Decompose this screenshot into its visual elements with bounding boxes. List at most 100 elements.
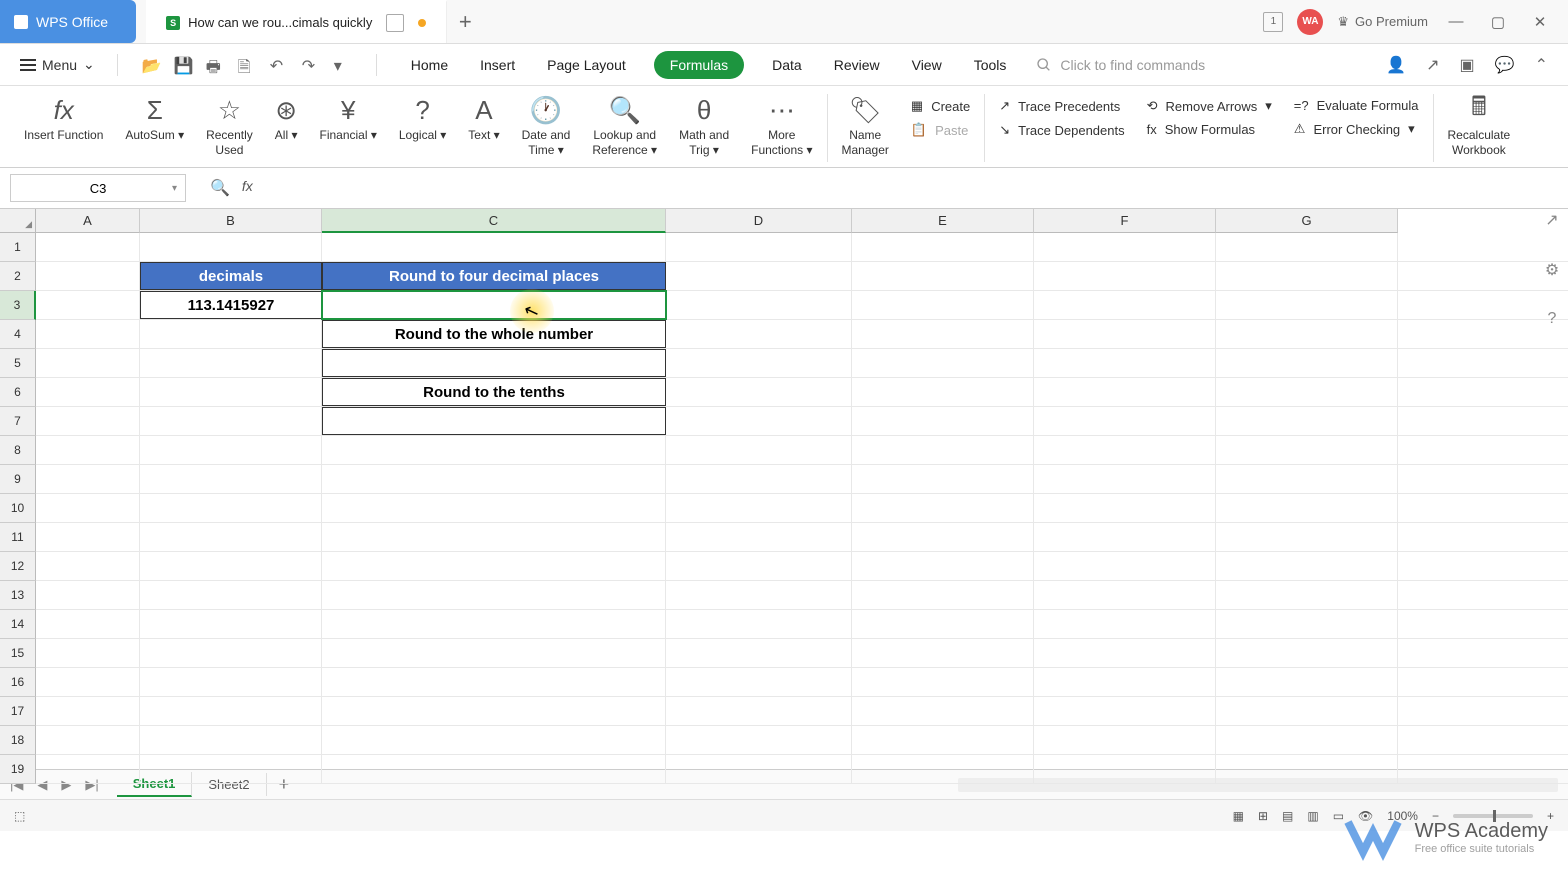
cell-G2[interactable] xyxy=(1216,262,1398,290)
cell-E5[interactable] xyxy=(852,349,1034,377)
cell-G8[interactable] xyxy=(1216,436,1398,464)
cell-D13[interactable] xyxy=(666,581,852,609)
command-search[interactable]: Click to find commands xyxy=(1036,57,1205,73)
cell-F14[interactable] xyxy=(1034,610,1216,638)
col-header-D[interactable]: D xyxy=(666,209,852,233)
row-header-15[interactable]: 15 xyxy=(0,639,36,668)
cell-A15[interactable] xyxy=(36,639,140,667)
view-page-icon[interactable]: ▥ xyxy=(1307,809,1318,823)
cell-D16[interactable] xyxy=(666,668,852,696)
cell-F16[interactable] xyxy=(1034,668,1216,696)
cell-F4[interactable] xyxy=(1034,320,1216,348)
cell-C19[interactable] xyxy=(322,755,666,783)
cell-B15[interactable] xyxy=(140,639,322,667)
cell-A5[interactable] xyxy=(36,349,140,377)
cell-A8[interactable] xyxy=(36,436,140,464)
tab-home[interactable]: Home xyxy=(407,51,452,79)
cell-B7[interactable] xyxy=(140,407,322,435)
formula-input[interactable] xyxy=(277,174,1558,202)
cell-E4[interactable] xyxy=(852,320,1034,348)
cell-B4[interactable] xyxy=(140,320,322,348)
side-help-icon[interactable]: ? xyxy=(1548,310,1557,328)
cell-G1[interactable] xyxy=(1216,233,1398,261)
cell-E15[interactable] xyxy=(852,639,1034,667)
col-header-A[interactable]: A xyxy=(36,209,140,233)
row-header-14[interactable]: 14 xyxy=(0,610,36,639)
cell-D12[interactable] xyxy=(666,552,852,580)
cell-E10[interactable] xyxy=(852,494,1034,522)
tab-page-layout[interactable]: Page Layout xyxy=(543,51,630,79)
cell-F3[interactable] xyxy=(1034,291,1216,319)
cell-B6[interactable] xyxy=(140,378,322,406)
side-arrow-icon[interactable]: ↗ xyxy=(1545,210,1558,230)
show-formulas-button[interactable]: fxShow Formulas xyxy=(1147,122,1272,137)
cell-G9[interactable] xyxy=(1216,465,1398,493)
more-functions-button[interactable]: ⋯ More Functions ▾ xyxy=(741,94,822,158)
cell-E12[interactable] xyxy=(852,552,1034,580)
screenshot-icon[interactable]: ▣ xyxy=(1460,55,1475,75)
row-header-17[interactable]: 17 xyxy=(0,697,36,726)
cell-D8[interactable] xyxy=(666,436,852,464)
cell-C1[interactable] xyxy=(322,233,666,261)
tab-close-icon[interactable] xyxy=(386,14,404,32)
cell-C8[interactable] xyxy=(322,436,666,464)
row-header-1[interactable]: 1 xyxy=(0,233,36,262)
cell-F10[interactable] xyxy=(1034,494,1216,522)
row-header-13[interactable]: 13 xyxy=(0,581,36,610)
tab-view[interactable]: View xyxy=(908,51,946,79)
cell-G15[interactable] xyxy=(1216,639,1398,667)
cell-C10[interactable] xyxy=(322,494,666,522)
paste-name-button[interactable]: 📋Paste xyxy=(911,122,970,138)
cell-C7[interactable] xyxy=(322,407,666,435)
more-icon[interactable]: ▾ xyxy=(334,56,352,74)
cell-D5[interactable] xyxy=(666,349,852,377)
print-preview-icon[interactable]: 🗎 xyxy=(238,56,256,74)
cell-G5[interactable] xyxy=(1216,349,1398,377)
cell-C9[interactable] xyxy=(322,465,666,493)
view-icon-1[interactable]: ▦ xyxy=(1233,809,1244,823)
cell-F13[interactable] xyxy=(1034,581,1216,609)
cell-C15[interactable] xyxy=(322,639,666,667)
cell-C17[interactable] xyxy=(322,697,666,725)
cell-C6[interactable]: Round to the tenths xyxy=(322,378,666,406)
tab-data[interactable]: Data xyxy=(768,51,806,79)
cell-D6[interactable] xyxy=(666,378,852,406)
cell-B18[interactable] xyxy=(140,726,322,754)
maximize-button[interactable]: ▢ xyxy=(1484,8,1512,36)
cell-D19[interactable] xyxy=(666,755,852,783)
date-time-button[interactable]: 🕐 Date and Time ▾ xyxy=(512,94,581,158)
trace-dependents-button[interactable]: ↘Trace Dependents xyxy=(999,122,1124,138)
cell-A19[interactable] xyxy=(36,755,140,783)
minimize-button[interactable]: — xyxy=(1442,8,1470,36)
cell-B13[interactable] xyxy=(140,581,322,609)
undo-icon[interactable]: ↶ xyxy=(270,56,288,74)
cell-E6[interactable] xyxy=(852,378,1034,406)
cell-G19[interactable] xyxy=(1216,755,1398,783)
cell-E2[interactable] xyxy=(852,262,1034,290)
cell-A13[interactable] xyxy=(36,581,140,609)
cell-B16[interactable] xyxy=(140,668,322,696)
redo-icon[interactable]: ↷ xyxy=(302,56,320,74)
cell-B10[interactable] xyxy=(140,494,322,522)
create-name-button[interactable]: ▦Create xyxy=(911,98,970,114)
cell-G4[interactable] xyxy=(1216,320,1398,348)
insert-function-button[interactable]: fx Insert Function xyxy=(14,94,113,143)
cell-B1[interactable] xyxy=(140,233,322,261)
row-header-6[interactable]: 6 xyxy=(0,378,36,407)
cell-B19[interactable] xyxy=(140,755,322,783)
lookup-reference-button[interactable]: 🔍 Lookup and Reference ▾ xyxy=(582,94,667,158)
cell-F8[interactable] xyxy=(1034,436,1216,464)
row-header-8[interactable]: 8 xyxy=(0,436,36,465)
cell-E19[interactable] xyxy=(852,755,1034,783)
cell-E1[interactable] xyxy=(852,233,1034,261)
cell-A3[interactable] xyxy=(36,291,140,319)
cell-F18[interactable] xyxy=(1034,726,1216,754)
tab-insert[interactable]: Insert xyxy=(476,51,519,79)
cell-F2[interactable] xyxy=(1034,262,1216,290)
cell-E3[interactable] xyxy=(852,291,1034,319)
row-header-5[interactable]: 5 xyxy=(0,349,36,378)
cell-G10[interactable] xyxy=(1216,494,1398,522)
cell-A14[interactable] xyxy=(36,610,140,638)
go-premium-button[interactable]: ♛ Go Premium xyxy=(1337,14,1428,30)
cell-A4[interactable] xyxy=(36,320,140,348)
